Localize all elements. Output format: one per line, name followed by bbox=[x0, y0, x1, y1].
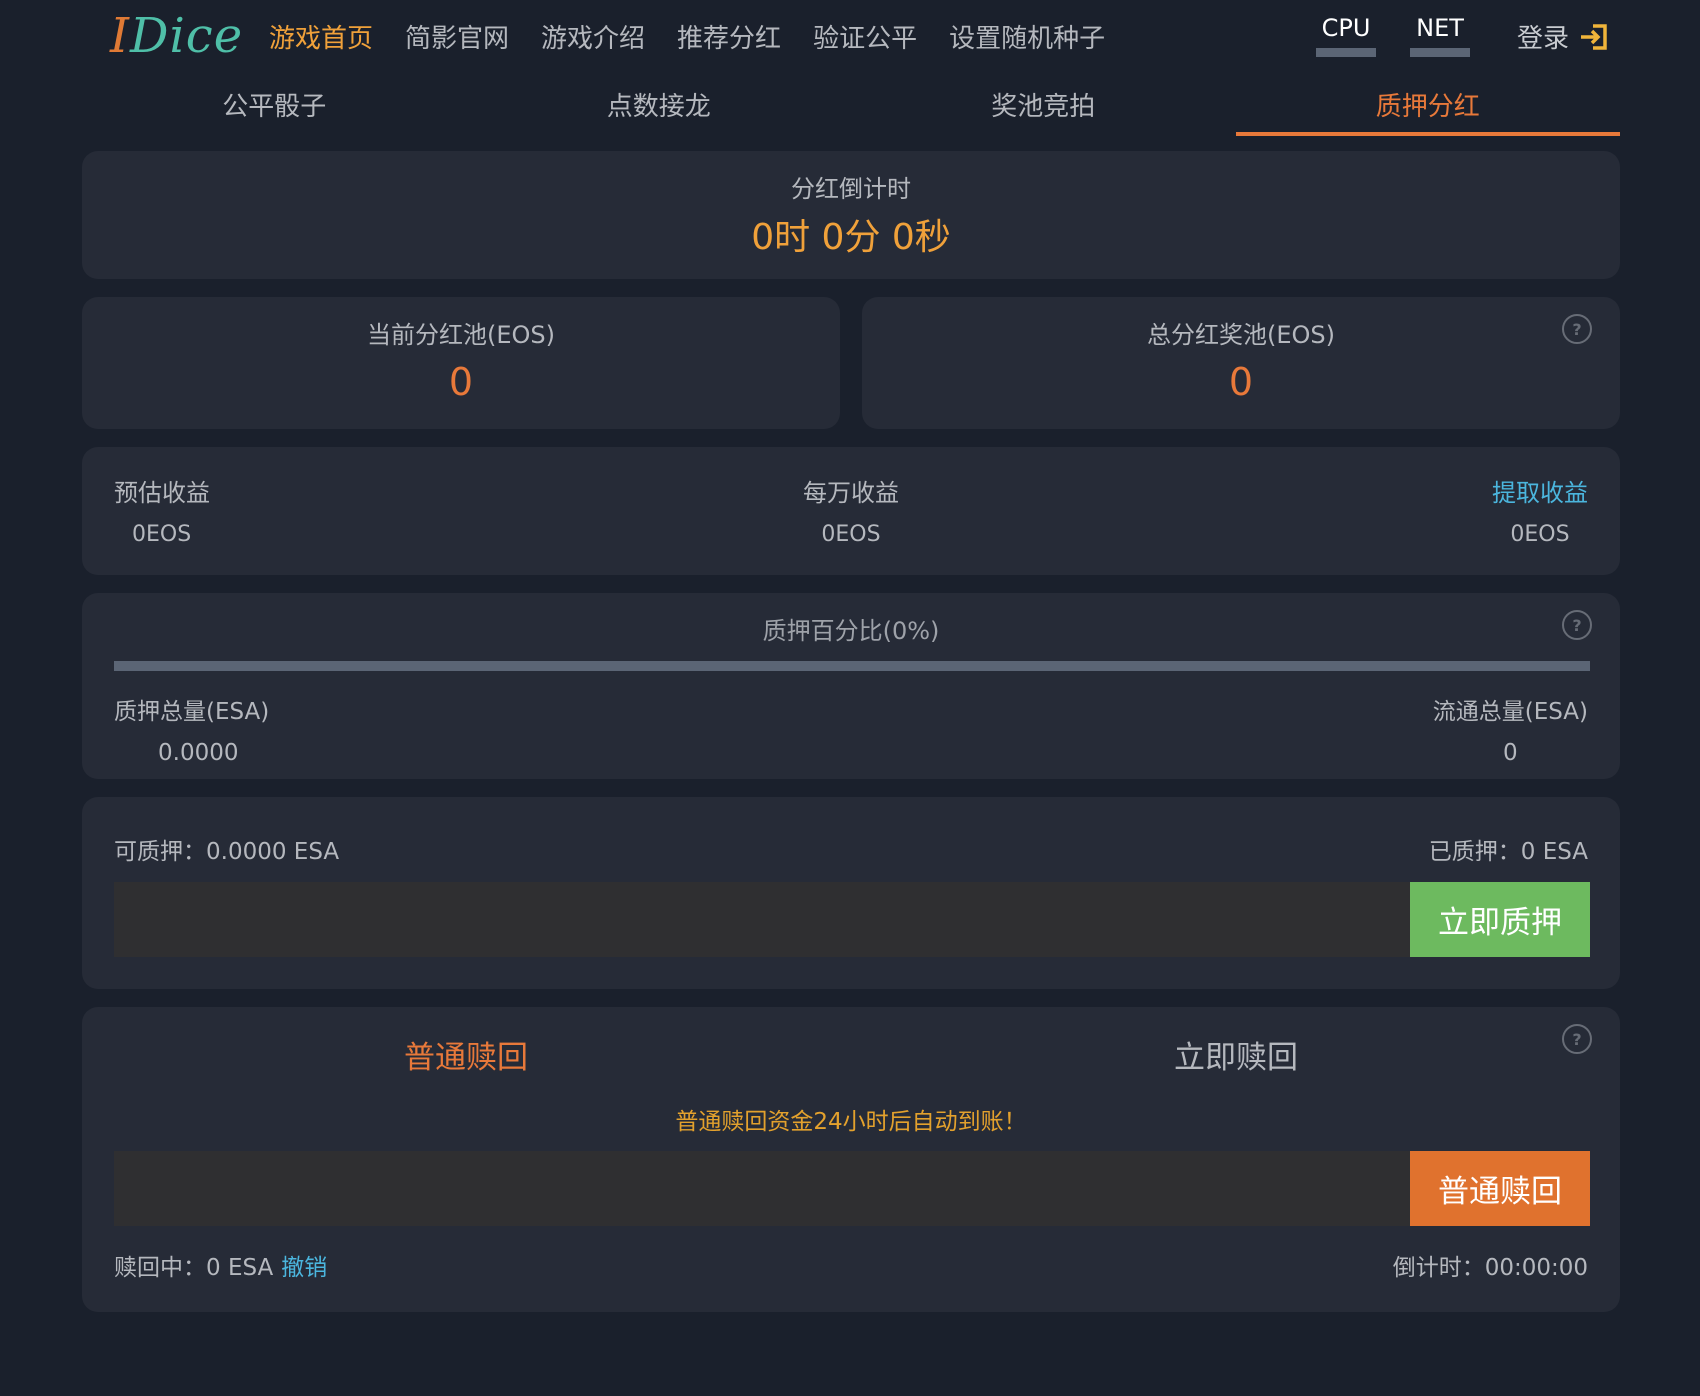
net-meter[interactable]: NET bbox=[1410, 14, 1470, 57]
redeem-amount-input[interactable] bbox=[114, 1151, 1410, 1226]
already-staked: 已质押：0 ESA bbox=[1428, 839, 1588, 865]
stake-amount-input[interactable] bbox=[114, 882, 1410, 957]
help-icon[interactable]: ? bbox=[1562, 610, 1592, 640]
game-tabs: 公平骰子 点数接龙 奖池竞拍 质押分红 bbox=[82, 80, 1620, 136]
login-button[interactable]: 登录 bbox=[1517, 18, 1609, 55]
main-menu: 游戏首页 简影官网 游戏介绍 推荐分红 验证公平 设置随机种子 bbox=[269, 18, 1137, 55]
per-10k-earnings-value: 0EOS bbox=[821, 522, 881, 547]
withdraw-earnings-value: 0EOS bbox=[1510, 522, 1570, 547]
cpu-bar bbox=[1316, 48, 1376, 57]
per-10k-earnings-title: 每万收益 bbox=[803, 479, 899, 507]
per-10k-earnings: 每万收益 0EOS bbox=[82, 473, 1620, 547]
help-icon[interactable]: ? bbox=[1562, 1024, 1592, 1054]
redeem-pending: 赎回中：0 ESA 撤销 bbox=[114, 1248, 327, 1282]
stake-now-button[interactable]: 立即质押 bbox=[1410, 882, 1590, 957]
total-staked-value: 0.0000 bbox=[158, 740, 239, 766]
circulating-supply: 流通总量(ESA) 0 bbox=[1433, 692, 1588, 766]
dividend-countdown-card: 分红倒计时 0时 0分 0秒 bbox=[82, 151, 1620, 279]
nav-set-random-seed[interactable]: 设置随机种子 bbox=[949, 18, 1105, 55]
top-navbar: IDice 游戏首页 简影官网 游戏介绍 推荐分红 验证公平 设置随机种子 CP… bbox=[0, 0, 1700, 76]
circulating-supply-value: 0 bbox=[1503, 740, 1518, 766]
net-label: NET bbox=[1416, 14, 1464, 42]
logo-part-2: Dice bbox=[129, 8, 244, 64]
nav-home[interactable]: 游戏首页 bbox=[269, 18, 373, 55]
stake-percentage-title: 质押百分比(0%) bbox=[762, 617, 940, 645]
cancel-redeem-link[interactable]: 撤销 bbox=[281, 1255, 327, 1281]
idice-logo[interactable]: IDice bbox=[110, 8, 243, 64]
tab-fair-dice[interactable]: 公平骰子 bbox=[82, 80, 467, 136]
nav-game-intro[interactable]: 游戏介绍 bbox=[541, 18, 645, 55]
redeem-note: 普通赎回资金24小时后自动到账！ bbox=[675, 1109, 1027, 1135]
total-staked: 质押总量(ESA) 0.0000 bbox=[114, 692, 269, 766]
help-icon[interactable]: ? bbox=[1562, 314, 1592, 344]
nav-official-site[interactable]: 简影官网 bbox=[405, 18, 509, 55]
total-staked-title: 质押总量(ESA) bbox=[114, 699, 270, 725]
total-pool-card: 总分红奖池(EOS) 0 ? bbox=[862, 297, 1620, 429]
cpu-label: CPU bbox=[1321, 14, 1371, 42]
circulating-supply-title: 流通总量(ESA) bbox=[1432, 699, 1588, 725]
current-pool-card: 当前分红池(EOS) 0 bbox=[82, 297, 840, 429]
available-to-stake: 可质押：0.0000 ESA bbox=[114, 839, 340, 865]
countdown-value: 0时 0分 0秒 bbox=[751, 217, 951, 258]
tab-normal-redeem[interactable]: 普通赎回 bbox=[404, 1032, 528, 1077]
tab-jackpot-auction[interactable]: 奖池竞拍 bbox=[851, 80, 1236, 136]
stake-progress-bar bbox=[114, 661, 1590, 671]
redeem-pending-amount: 赎回中：0 ESA bbox=[114, 1255, 274, 1281]
normal-redeem-button[interactable]: 普通赎回 bbox=[1410, 1151, 1590, 1226]
logo-part-1: I bbox=[110, 8, 130, 64]
withdraw-earnings: 提取收益 0EOS bbox=[1492, 473, 1588, 547]
nav-referral-dividend[interactable]: 推荐分红 bbox=[677, 18, 781, 55]
current-pool-title: 当前分红池(EOS) bbox=[366, 321, 555, 349]
tab-staking-dividend[interactable]: 质押分红 bbox=[1235, 80, 1621, 136]
net-bar bbox=[1410, 48, 1470, 57]
login-arrow-icon bbox=[1581, 23, 1607, 50]
total-pool-value: 0 bbox=[1228, 360, 1254, 404]
withdraw-earnings-link[interactable]: 提取收益 bbox=[1492, 473, 1588, 508]
redeem-countdown: 倒计时：00:00:00 bbox=[1392, 1255, 1588, 1281]
current-pool-value: 0 bbox=[448, 360, 474, 404]
countdown-title: 分红倒计时 bbox=[791, 175, 911, 203]
stake-percentage-card: 质押百分比(0%) ? 质押总量(ESA) 0.0000 流通总量(ESA) 0 bbox=[82, 593, 1620, 779]
tab-dice-chain[interactable]: 点数接龙 bbox=[467, 80, 852, 136]
login-label: 登录 bbox=[1517, 24, 1570, 54]
earnings-card: 预估收益 0EOS 每万收益 0EOS 提取收益 0EOS bbox=[82, 447, 1620, 575]
total-pool-title: 总分红奖池(EOS) bbox=[1146, 321, 1335, 349]
pledge-card: 可质押：0.0000 ESA 已质押：0 ESA 立即质押 bbox=[82, 797, 1620, 989]
cpu-meter[interactable]: CPU bbox=[1316, 14, 1376, 57]
redeem-card: 普通赎回 立即赎回 ? 普通赎回资金24小时后自动到账！ 普通赎回 赎回中：0 … bbox=[82, 1007, 1620, 1312]
tab-instant-redeem[interactable]: 立即赎回 bbox=[1174, 1032, 1298, 1077]
nav-verify-fairness[interactable]: 验证公平 bbox=[813, 18, 917, 55]
